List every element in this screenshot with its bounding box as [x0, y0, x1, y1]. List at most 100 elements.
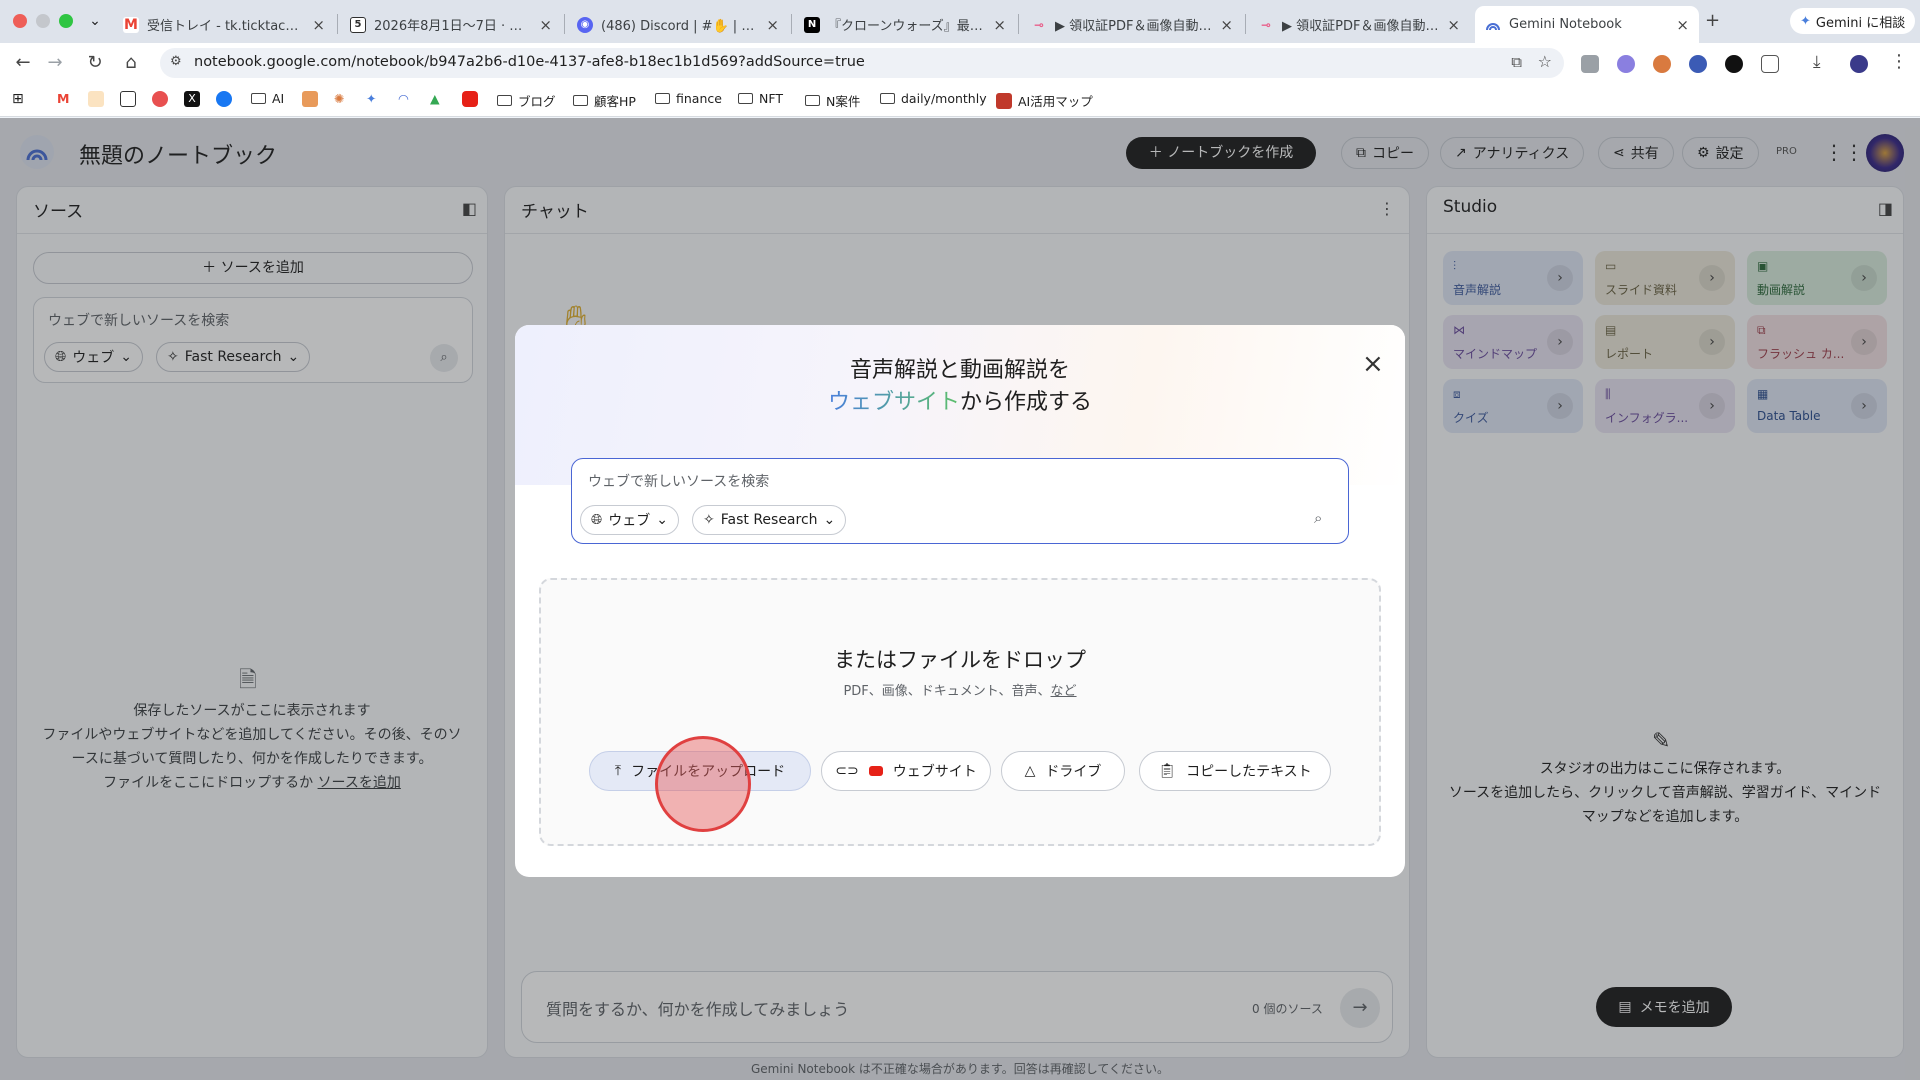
tab-search-chevron-icon[interactable]: ⌄ — [84, 10, 106, 32]
close-window-button[interactable] — [13, 14, 27, 28]
search-icon[interactable]: ⌕ — [1314, 509, 1322, 527]
bookmark-label: NFT — [759, 91, 783, 106]
claude-extension-icon[interactable] — [1653, 55, 1671, 73]
discord-icon: ◉ — [577, 16, 593, 33]
paste-text-button[interactable]: 📋︎ コピーしたテキスト — [1139, 751, 1331, 791]
profile-avatar[interactable] — [1850, 55, 1868, 73]
bookmark-folder-nft[interactable]: NFT — [738, 91, 783, 106]
link-icon: ⊂⊃ — [835, 763, 859, 779]
browser-tab[interactable]: M 受信トレイ - tk.ticktack@gm × — [113, 6, 335, 43]
drop-types: PDF、画像、ドキュメント、音声、 — [843, 684, 1051, 699]
browser-tab[interactable]: ⊸ ▶ 領収証PDF＆画像自動リネ × — [1248, 6, 1470, 43]
chevron-down-icon: ⌄ — [823, 512, 836, 528]
tab-title: ▶ 領収証PDF＆画像自動リネ — [1055, 19, 1213, 34]
youtube-icon — [868, 766, 883, 776]
reload-icon[interactable]: ↻ — [84, 52, 106, 74]
close-tab-icon[interactable]: × — [766, 16, 779, 34]
bookmark-star-icon[interactable]: ☆ — [1538, 52, 1552, 71]
dialog-search-input[interactable]: ウェブで新しいソースを検索 — [588, 471, 769, 491]
close-tab-icon[interactable]: × — [312, 16, 325, 34]
bookmark-folder-finance[interactable]: finance — [655, 91, 722, 106]
drive-bookmark-icon[interactable]: ▲ — [430, 91, 440, 106]
notion-icon: N — [804, 16, 820, 33]
back-arrow-icon[interactable]: ← — [12, 52, 34, 74]
folder-icon — [251, 93, 266, 104]
notion-calendar-icon: 5 — [350, 16, 366, 33]
new-tab-button[interactable]: + — [1705, 10, 1720, 31]
bookmark-folder-client[interactable]: 顧客HP — [573, 91, 636, 110]
close-tab-icon[interactable]: × — [539, 16, 552, 34]
discord-bookmark-icon[interactable] — [152, 91, 168, 107]
notebook-bookmark-icon[interactable]: ◠ — [398, 91, 409, 106]
gmail-icon: M — [123, 16, 139, 33]
bookmark-folder-ai[interactable]: AI — [251, 91, 284, 106]
maximize-window-button[interactable] — [59, 14, 73, 28]
extension-icon[interactable] — [1617, 55, 1635, 73]
drop-title: またはファイルをドロップ — [834, 648, 1086, 672]
close-tab-icon[interactable]: × — [1447, 16, 1460, 34]
site-settings-icon[interactable]: ⚙ — [170, 54, 182, 69]
install-app-icon[interactable]: ⧉ — [1511, 53, 1522, 71]
browser-tab[interactable]: N 『クローンウォーズ』最短攻略 × — [794, 6, 1016, 43]
youtube-bookmark-icon[interactable] — [462, 91, 478, 107]
browser-menu-icon[interactable]: ⋮ — [1890, 51, 1908, 72]
flow-icon: ⊸ — [1033, 17, 1045, 32]
browser-tab[interactable]: ◉ (486) Discord | #✋ | 教えて × — [567, 6, 789, 43]
more-types-link[interactable]: など — [1051, 684, 1077, 699]
folder-icon — [497, 95, 512, 106]
website-label: ウェブサイト — [892, 764, 977, 780]
gmail-bookmark-icon[interactable]: M — [57, 91, 69, 106]
home-icon[interactable]: ⌂ — [120, 52, 142, 74]
calendar-bookmark-icon[interactable] — [88, 91, 104, 107]
puzzle-extensions-icon[interactable] — [1761, 55, 1779, 73]
facebook-bookmark-icon[interactable] — [216, 91, 232, 107]
download-icon[interactable]: ⤓ — [1813, 52, 1821, 72]
bookmark-ai-map[interactable]: AI活用マップ — [996, 91, 1093, 110]
close-tab-icon[interactable]: × — [1676, 16, 1689, 34]
browser-tab-strip: ⌄ M 受信トレイ - tk.ticktack@gm × 5 2026年8月1日… — [0, 0, 1920, 43]
research-mode-dropdown[interactable]: ✧ Fast Research ⌄ — [692, 505, 847, 535]
drive-button[interactable]: △ ドライブ — [1001, 751, 1125, 791]
x-bookmark-icon[interactable]: X — [184, 91, 200, 107]
flow-icon: ⊸ — [1260, 17, 1272, 32]
browser-tab[interactable]: 5 2026年8月1日〜7日 · Notion × — [340, 6, 562, 43]
url-text: notebook.google.com/notebook/b947a2b6-d1… — [194, 54, 865, 70]
browser-tab[interactable]: ⊸ ▶ 領収証PDF＆画像自動リネ × — [1021, 6, 1243, 43]
bookmark-folder-daily[interactable]: daily/monthly — [880, 91, 987, 106]
password-extension-icon[interactable] — [1689, 55, 1707, 73]
camera-extension-icon[interactable] — [1581, 55, 1599, 73]
gemini-ask-button[interactable]: ✦ Gemini に相談 — [1790, 8, 1916, 34]
tab-title: Gemini Notebook — [1509, 17, 1622, 32]
click-indicator — [655, 736, 751, 832]
website-button[interactable]: ⊂⊃ ウェブサイト — [821, 751, 991, 791]
notebook-icon — [1485, 17, 1501, 33]
globe-icon: 🌐︎ — [591, 512, 603, 528]
gemini-bookmark-icon[interactable]: ✦ — [366, 91, 376, 106]
close-tab-icon[interactable]: × — [1220, 16, 1233, 34]
bookmark-folder-blog[interactable]: ブログ — [497, 91, 556, 110]
browser-tab-active[interactable]: Gemini Notebook × — [1475, 6, 1699, 43]
address-bar[interactable]: ⚙ notebook.google.com/notebook/b947a2b6-… — [160, 48, 1564, 78]
tab-title: (486) Discord | #✋ | 教えて — [601, 19, 758, 34]
dialog-title: 音声解説と動画解説を ウェブサイトから作成する — [515, 355, 1405, 419]
cat-extension-icon[interactable] — [1725, 55, 1743, 73]
paste-label: コピーしたテキスト — [1186, 764, 1312, 780]
tab-title: 受信トレイ - tk.ticktack@gm — [147, 19, 305, 34]
bookmark-icon[interactable] — [302, 91, 318, 107]
tab-title: ▶ 領収証PDF＆画像自動リネ — [1282, 19, 1440, 34]
web-source-dropdown[interactable]: 🌐︎ ウェブ ⌄ — [580, 505, 679, 535]
bookmark-label: daily/monthly — [901, 91, 987, 106]
folder-icon — [880, 93, 895, 104]
gemini-ask-label: Gemini に相談 — [1815, 15, 1906, 31]
notion-bookmark-icon[interactable] — [120, 91, 136, 107]
claude-bookmark-icon[interactable]: ✺ — [334, 91, 344, 106]
close-tab-icon[interactable]: × — [993, 16, 1006, 34]
folder-icon — [805, 95, 820, 106]
folder-icon — [738, 93, 753, 104]
minimize-window-button[interactable] — [36, 14, 50, 28]
clipboard-icon: 📋︎ — [1158, 763, 1177, 779]
bookmark-folder-n-projects[interactable]: N案件 — [805, 91, 860, 110]
apps-grid-icon[interactable]: ⊞ — [12, 91, 24, 107]
folder-icon — [573, 95, 588, 106]
forward-arrow-icon[interactable]: → — [44, 52, 66, 74]
